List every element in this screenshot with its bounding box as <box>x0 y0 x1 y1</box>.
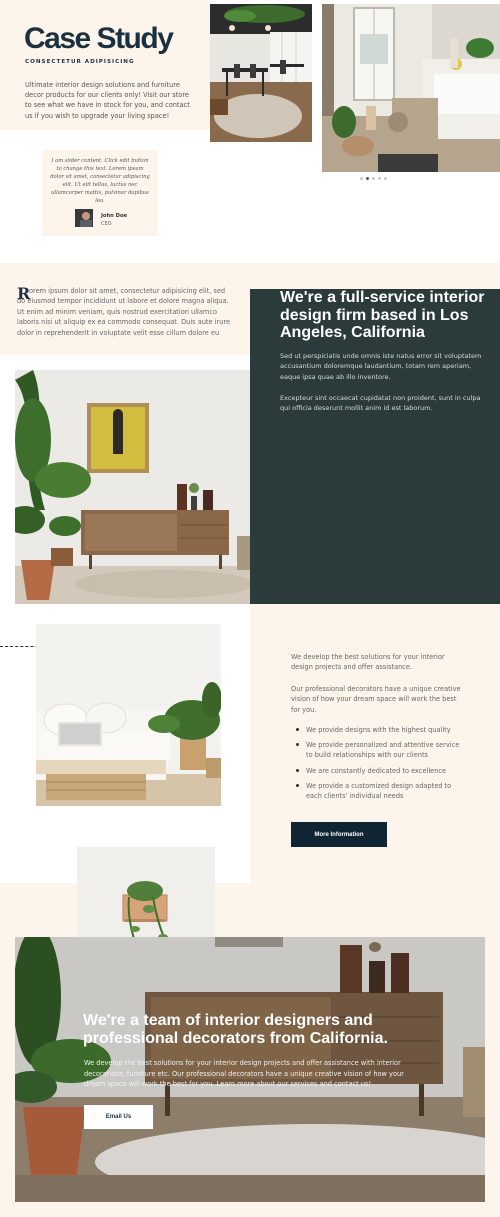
full-service-text-1: Sed ut perspiciatis unde omnis iste natu… <box>280 352 482 381</box>
more-information-button[interactable]: More Information <box>291 822 387 847</box>
list-item-text: We provide designs with the highest qual… <box>306 726 451 734</box>
intro-paragraph: orem ipsum dolor sit amet, consectetur a… <box>17 287 231 337</box>
avatar <box>75 209 93 227</box>
solutions-text-1: We develop the best solutions for your i… <box>291 653 445 672</box>
full-service-heading: We're a full-service interior design fir… <box>280 289 485 342</box>
bullet-icon <box>296 783 299 787</box>
gallery-dot[interactable] <box>384 177 387 180</box>
hero-subtitle: CONSECTETUR ADIPISICING <box>25 59 135 65</box>
testimonial-card: I am slider content. Click edit button t… <box>42 150 158 236</box>
gallery-dot[interactable] <box>378 177 381 180</box>
list-item-text: We provide personalized and attentive se… <box>306 741 460 760</box>
team-description: We develop the best solutions for your i… <box>84 1059 404 1089</box>
testimonial-role: CEO <box>101 221 112 227</box>
email-us-button[interactable]: Email Us <box>84 1105 153 1129</box>
gallery-pagination <box>360 177 387 180</box>
testimonial-name: John Doe <box>101 213 128 219</box>
bullet-icon <box>296 743 299 747</box>
list-item: We provide designs with the highest qual… <box>296 725 466 735</box>
list-item: We provide a customized design adapted t… <box>296 781 466 801</box>
gallery-dot-active[interactable] <box>366 177 369 180</box>
sideboard-room-photo <box>15 370 250 604</box>
testimonial-quote: I am slider content. Click edit button t… <box>50 158 150 205</box>
gallery-dot[interactable] <box>372 177 375 180</box>
full-service-panel: We're a full-service interior design fir… <box>250 289 500 604</box>
list-item-text: We provide a customized design adapted t… <box>306 781 452 801</box>
list-item: We are constantly dedicated to excellenc… <box>296 766 466 776</box>
list-item: We provide personalized and attentive se… <box>296 740 466 760</box>
living-room-photo <box>322 4 500 172</box>
services-list: We provide designs with the highest qual… <box>296 725 466 806</box>
dining-room-photo <box>210 4 312 142</box>
gallery-dot[interactable] <box>360 177 363 180</box>
solutions-text-2: Our professional decorators have a uniqu… <box>291 685 461 714</box>
team-heading: We're a team of interior designers and p… <box>83 1012 388 1047</box>
page-title: Case Study <box>24 22 174 55</box>
full-service-text-2: Excepteur sint occaecat cupidatat non pr… <box>280 394 481 413</box>
bullet-icon <box>296 768 299 772</box>
daybed-photo <box>36 624 221 806</box>
list-item-text: We are constantly dedicated to excellenc… <box>306 766 447 775</box>
hero-description: Ultimate interior design solutions and f… <box>25 81 190 120</box>
bullet-icon <box>296 728 299 731</box>
